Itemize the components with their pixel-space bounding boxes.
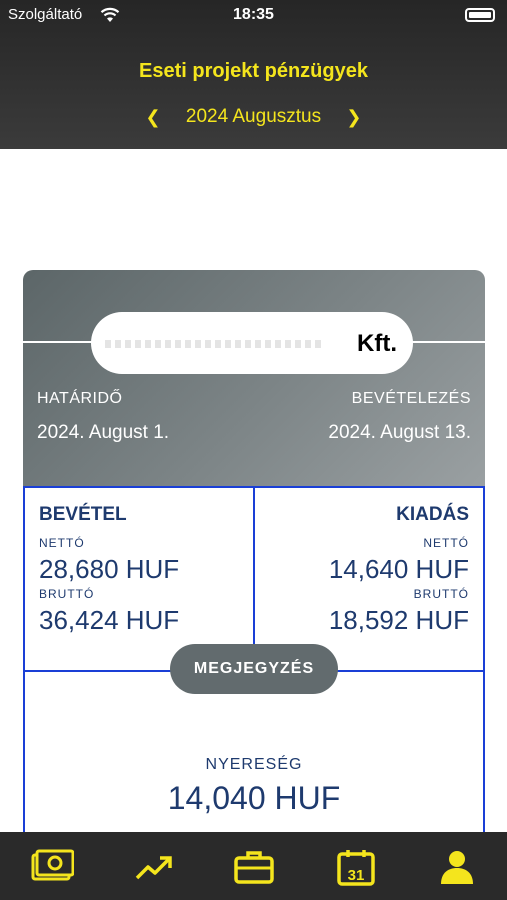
company-suffix: Kft. bbox=[357, 330, 397, 357]
calendar-icon[interactable]: 31 bbox=[334, 848, 378, 886]
deadline-value: 2024. August 1. bbox=[37, 422, 170, 443]
income-gross-value: 36,424 HUF bbox=[39, 605, 180, 635]
card-header: Kft. HATÁRIDŐ BEVÉTELEZÉS 2024. August 1… bbox=[23, 270, 485, 486]
expense-gross-label: BRUTTÓ bbox=[413, 587, 469, 601]
page-title: Eseti projekt pénzügyek bbox=[139, 60, 368, 82]
trend-icon[interactable] bbox=[132, 848, 176, 886]
prev-month-chevron-icon[interactable]: ❮ bbox=[138, 107, 169, 128]
project-card[interactable]: Kft. HATÁRIDŐ BEVÉTELEZÉS 2024. August 1… bbox=[23, 270, 485, 832]
note-button[interactable]: MEGJEGYZÉS bbox=[170, 644, 338, 694]
briefcase-icon[interactable] bbox=[232, 848, 276, 886]
income-net-value: 28,680 HUF bbox=[39, 554, 180, 584]
deadline-label: HATÁRIDŐ bbox=[37, 390, 123, 407]
company-name-pill: Kft. bbox=[91, 312, 413, 374]
clock: 18:35 bbox=[233, 6, 274, 23]
income-net-label: NETTÓ bbox=[39, 536, 85, 550]
redacted-company-name bbox=[105, 340, 325, 348]
person-icon[interactable] bbox=[435, 848, 479, 886]
expense-net-label: NETTÓ bbox=[423, 536, 469, 550]
calendar-day-text: 31 bbox=[348, 867, 365, 884]
profit-value: 14,040 HUF bbox=[167, 780, 341, 816]
status-bar: Szolgáltató 18:35 bbox=[0, 6, 507, 26]
expense-gross-value: 18,592 HUF bbox=[328, 605, 469, 635]
income-gross-label: BRUTTÓ bbox=[39, 587, 95, 601]
battery-icon bbox=[465, 8, 495, 22]
income-title: BEVÉTEL bbox=[39, 504, 127, 525]
expense-net-value: 14,640 HUF bbox=[328, 554, 469, 584]
next-month-chevron-icon[interactable]: ❯ bbox=[338, 107, 369, 128]
collection-value: 2024. August 13. bbox=[328, 422, 471, 443]
month-navigator: ❮ 2024 Augusztus ❯ bbox=[0, 106, 507, 128]
header: Szolgáltató 18:35 Eseti projekt pénzügye… bbox=[0, 0, 507, 149]
tab-bar: 31 bbox=[0, 832, 507, 900]
money-icon[interactable] bbox=[30, 848, 74, 886]
month-label: 2024 Augusztus bbox=[185, 106, 322, 127]
expense-title: KIADÁS bbox=[396, 504, 469, 525]
profit-label: NYERESÉG bbox=[205, 756, 303, 773]
collection-label: BEVÉTELEZÉS bbox=[351, 390, 471, 407]
